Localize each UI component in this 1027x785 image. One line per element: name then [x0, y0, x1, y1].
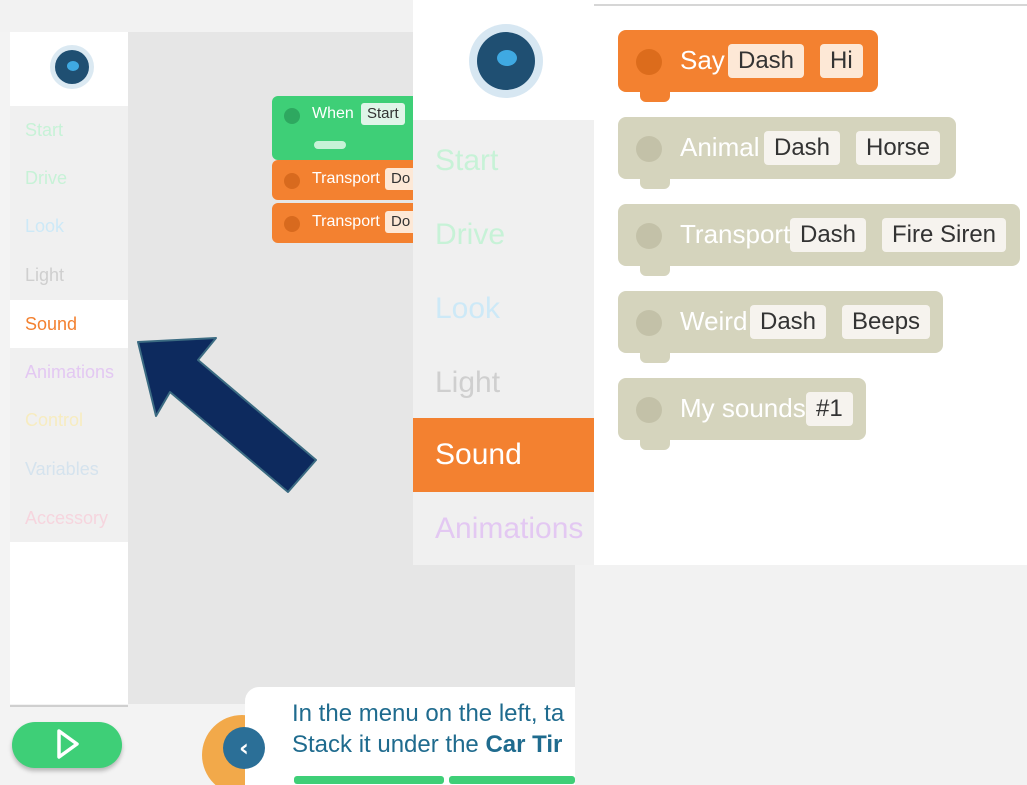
pointer-arrow-icon: [137, 337, 317, 493]
when-start-block[interactable]: When Start: [272, 96, 422, 160]
block-dot: [636, 310, 662, 336]
tutorial-text-prefix: Stack it under the: [292, 731, 486, 758]
avatar-eye: [67, 61, 79, 71]
block-dot: [636, 136, 662, 162]
category-variables[interactable]: Variables: [10, 445, 128, 493]
block-param-sound[interactable]: Horse: [856, 131, 941, 165]
top-divider: [593, 4, 1027, 6]
tutorial-text-line1: In the menu on the left, ta: [292, 700, 565, 727]
robot-avatar-icon[interactable]: [50, 45, 94, 89]
block-dot: [284, 108, 300, 124]
category-look[interactable]: Look: [10, 202, 128, 250]
transport-block[interactable]: Transport Do: [272, 203, 422, 243]
tutorial-text-bold: Car Tir: [485, 731, 563, 758]
category-list: Start Drive Look Light Sound Animations …: [10, 106, 128, 542]
right-sidebar: Start Drive Look Light Sound Animations: [413, 0, 594, 565]
block-label: Weird: [680, 306, 748, 336]
block-label: Transport: [312, 170, 380, 187]
tutorial-progress: [294, 776, 444, 784]
logo-area: [10, 32, 128, 106]
block-dot: [284, 216, 300, 232]
my-sounds-block[interactable]: My sounds #1: [618, 378, 866, 450]
block-param-sound[interactable]: Beeps: [842, 305, 931, 339]
block-param-robot[interactable]: Dash: [764, 131, 841, 165]
block-label: My sounds: [680, 393, 806, 423]
block-param[interactable]: Start: [361, 103, 405, 125]
category-animations[interactable]: Animations: [10, 348, 128, 396]
category-animations[interactable]: Animations: [413, 492, 594, 566]
category-sound[interactable]: Sound: [413, 418, 594, 492]
say-block[interactable]: Say Dash Hi: [618, 30, 878, 102]
chevron-left-icon[interactable]: ‹: [223, 727, 265, 769]
block-dot: [284, 173, 300, 189]
block-param-sound[interactable]: Fire Siren: [882, 218, 1007, 252]
transport-block[interactable]: Transport Dash Fire Siren: [618, 204, 1020, 276]
block-bar: [314, 141, 346, 149]
block-notch: [640, 264, 670, 276]
left-sidebar: Start Drive Look Light Sound Animations …: [10, 32, 128, 704]
play-icon: [57, 729, 79, 759]
tutorial-box: ‹ In the menu on the left, ta Stack it u…: [223, 687, 575, 785]
block-label: Transport: [680, 219, 791, 249]
block-param-robot[interactable]: Dash: [728, 44, 805, 78]
block-label: Transport: [312, 213, 380, 230]
category-sound[interactable]: Sound: [10, 300, 128, 348]
tutorial-text-line2: Stack it under the Car Tir: [292, 731, 562, 759]
avatar-inner: [477, 32, 535, 90]
category-list: Start Drive Look Light Sound Animations: [413, 120, 594, 565]
category-light[interactable]: Light: [413, 346, 594, 420]
category-start[interactable]: Start: [10, 106, 128, 154]
block-param[interactable]: Do: [385, 211, 417, 233]
block-label: Say: [680, 45, 725, 75]
block-param-robot[interactable]: Dash: [750, 305, 827, 339]
category-start[interactable]: Start: [413, 124, 594, 198]
block-dot: [636, 49, 662, 75]
block-notch: [640, 90, 670, 102]
block-notch: [640, 438, 670, 450]
transport-block[interactable]: Transport Do: [272, 160, 422, 200]
block-notch: [640, 177, 670, 189]
weird-block[interactable]: Weird Dash Beeps: [618, 291, 943, 363]
category-look[interactable]: Look: [413, 272, 594, 346]
block-notch: [640, 351, 670, 363]
block-param-sound[interactable]: Hi: [820, 44, 863, 78]
category-drive[interactable]: Drive: [10, 154, 128, 202]
category-accessory[interactable]: Accessory: [10, 494, 128, 542]
block-param[interactable]: Do: [385, 168, 417, 190]
robot-avatar-icon[interactable]: [469, 24, 543, 98]
divider: [10, 705, 128, 707]
category-drive[interactable]: Drive: [413, 198, 594, 272]
block-param-robot[interactable]: Dash: [790, 218, 867, 252]
animal-block[interactable]: Animal Dash Horse: [618, 117, 956, 189]
block-label: When: [312, 105, 354, 122]
avatar-eye: [497, 50, 517, 66]
category-light[interactable]: Light: [10, 251, 128, 299]
tutorial-progress: [449, 776, 575, 784]
avatar-inner: [55, 50, 89, 84]
block-param-sound[interactable]: #1: [806, 392, 853, 426]
play-button[interactable]: [12, 722, 122, 768]
block-dot: [636, 397, 662, 423]
category-control[interactable]: Control: [10, 396, 128, 444]
zoomed-app-screen: Start Drive Look Light Sound Animations …: [413, 0, 1027, 565]
logo-area: [413, 0, 594, 120]
block-dot: [636, 223, 662, 249]
block-label: Animal: [680, 132, 760, 162]
